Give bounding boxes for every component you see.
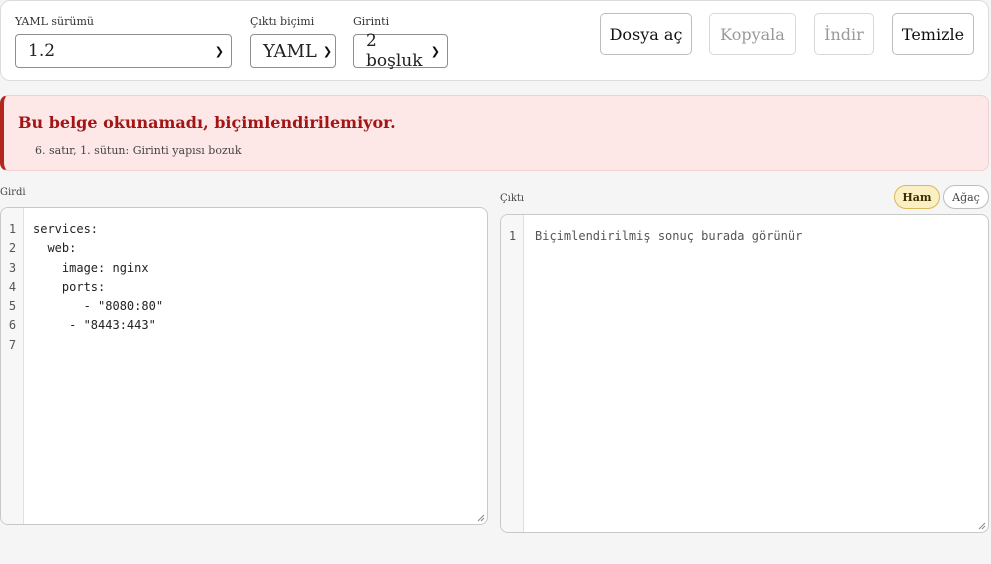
yaml-version-label: YAML sürümü xyxy=(15,15,95,28)
yaml-version-value: 1.2 xyxy=(28,41,56,61)
code-line: services: xyxy=(33,222,99,236)
clear-button[interactable]: Temizle xyxy=(892,13,974,55)
output-code: Biçimlendirilmiş sonuç burada görünür xyxy=(535,227,802,246)
line-number: 2 xyxy=(8,241,17,256)
line-number: 1 xyxy=(508,229,517,243)
code-line: image: nginx xyxy=(33,260,149,275)
line-number: 3 xyxy=(8,260,17,275)
toolbar: YAML sürümü 1.2 ❯ Çıktı biçimi YAML ❯ Gi… xyxy=(0,0,989,81)
error-title: Bu belge okunamadı, biçimlendirilemiyor. xyxy=(18,113,396,132)
output-format-value: YAML xyxy=(263,40,317,62)
output-line-numbers: 1 xyxy=(501,227,524,246)
input-line-numbers: 1 2 3 4 5 6 7 xyxy=(1,220,24,355)
code-line: - "8443:443" xyxy=(33,318,156,333)
error-banner: Bu belge okunamadı, biçimlendirilemiyor.… xyxy=(0,95,989,171)
line-number: 4 xyxy=(8,279,17,294)
chevron-down-icon: ❯ xyxy=(214,44,224,58)
line-number: 7 xyxy=(8,337,17,352)
view-raw-toggle[interactable]: Ham xyxy=(894,185,940,209)
output-label: Çıktı xyxy=(500,193,525,204)
open-file-button[interactable]: Dosya aç xyxy=(600,13,692,55)
output-editor[interactable]: 1 Biçimlendirilmiş sonuç burada görünür xyxy=(500,214,989,533)
code-line: - "8080:80" xyxy=(33,299,164,314)
chevron-down-icon: ❯ xyxy=(430,44,440,58)
line-number: 1 xyxy=(8,222,17,236)
output-format-field: Çıktı biçimi YAML ❯ xyxy=(250,15,336,68)
yaml-version-select[interactable]: 1.2 ❯ xyxy=(15,34,232,68)
download-button[interactable]: İndir xyxy=(814,13,874,55)
output-gutter xyxy=(501,215,524,532)
code-line: web: xyxy=(33,241,77,256)
input-editor[interactable]: 1 2 3 4 5 6 7 services: web: image: nginx port… xyxy=(0,207,488,525)
yaml-version-field: YAML sürümü 1.2 ❯ xyxy=(15,15,232,68)
code-line: ports: xyxy=(33,279,106,294)
line-number: 6 xyxy=(8,318,17,333)
indent-label: Girinti xyxy=(353,15,390,28)
code-line: Biçimlendirilmiş sonuç burada görünür xyxy=(535,229,803,243)
input-code[interactable]: services: web: image: nginx ports: - "80… xyxy=(33,220,163,355)
copy-button[interactable]: Kopyala xyxy=(709,13,796,55)
output-format-select[interactable]: YAML ❯ xyxy=(250,34,336,68)
chevron-down-icon: ❯ xyxy=(322,44,333,58)
indent-field: Girinti 2 boşluk ❯ xyxy=(353,15,448,71)
view-tree-toggle[interactable]: Ağaç xyxy=(943,185,989,209)
resize-handle-icon[interactable] xyxy=(977,521,986,530)
indent-select[interactable]: 2 boşluk ❯ xyxy=(353,31,448,71)
line-number: 5 xyxy=(8,299,17,314)
output-format-label: Çıktı biçimi xyxy=(250,15,315,28)
resize-handle-icon[interactable] xyxy=(476,513,485,522)
error-detail: 6. satır, 1. sütun: Girinti yapısı bozuk xyxy=(35,144,242,157)
indent-value: 2 boşluk xyxy=(366,31,423,71)
input-label: Girdi xyxy=(0,187,26,198)
